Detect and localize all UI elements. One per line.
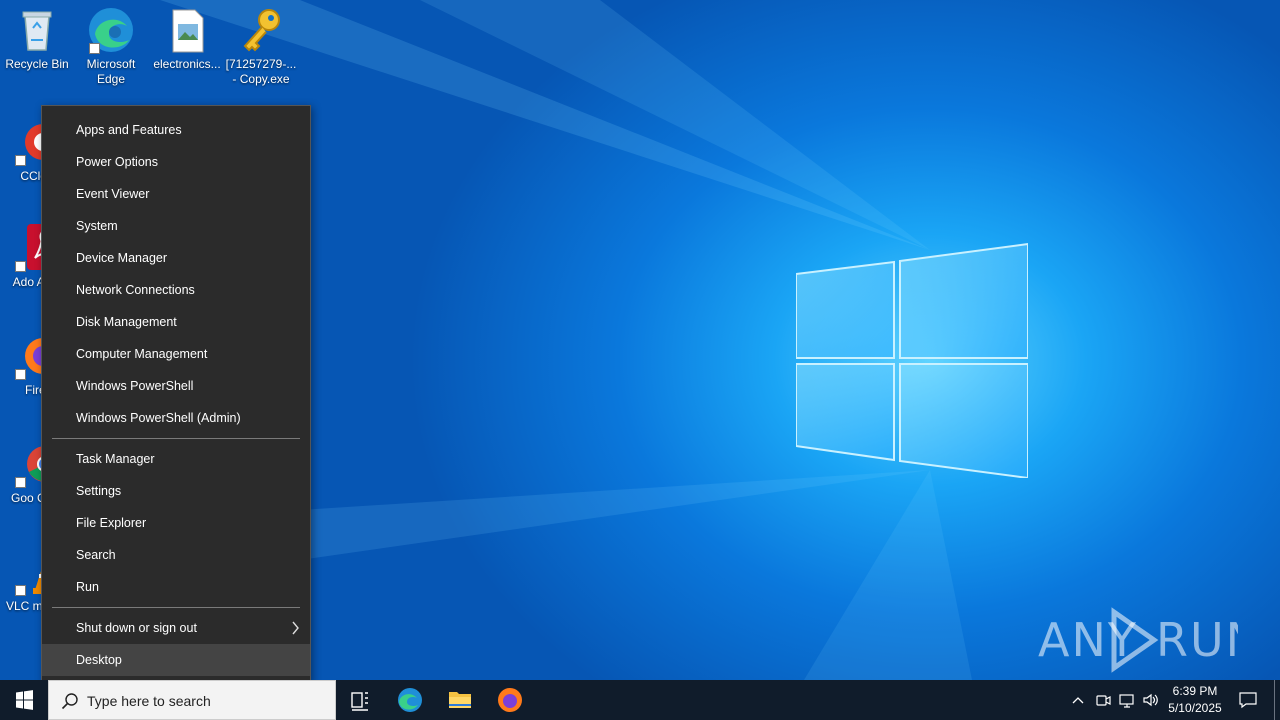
notification-center-icon[interactable] — [1238, 690, 1258, 710]
desktop-icon-label: Microsoft Edge — [86, 57, 136, 86]
taskbar-search-box[interactable] — [48, 680, 336, 720]
menu-item-windows-powershell-admin[interactable]: Windows PowerShell (Admin) — [42, 402, 310, 434]
clock-date: 5/10/2025 — [1168, 701, 1222, 715]
shortcut-arrow-icon — [15, 585, 26, 596]
network-icon[interactable] — [1118, 691, 1136, 709]
menu-item-event-viewer[interactable]: Event Viewer — [42, 178, 310, 210]
menu-item-device-manager[interactable]: Device Manager — [42, 242, 310, 274]
shortcut-arrow-icon — [89, 43, 100, 54]
shortcut-arrow-icon — [15, 261, 26, 272]
menu-item-desktop[interactable]: Desktop — [42, 644, 310, 676]
menu-item-apps-and-features[interactable]: Apps and Features — [42, 114, 310, 146]
menu-item-network-connections[interactable]: Network Connections — [42, 274, 310, 306]
desktop-icon-recycle-bin[interactable]: Recycle Bin — [0, 6, 74, 72]
menu-item-file-explorer[interactable]: File Explorer — [42, 507, 310, 539]
firefox-icon — [498, 688, 522, 712]
clock-time: 6:39 PM — [1172, 684, 1218, 698]
shortcut-arrow-icon — [15, 477, 26, 488]
file-explorer-icon — [449, 692, 471, 708]
start-button[interactable] — [0, 680, 48, 720]
desktop-icon-edge[interactable]: Microsoft Edge — [74, 6, 148, 87]
meet-now-icon[interactable] — [1094, 691, 1112, 709]
chevron-up-icon[interactable] — [1070, 692, 1086, 708]
shortcut-arrow-icon — [15, 369, 26, 380]
shortcut-arrow-icon — [15, 155, 26, 166]
menu-item-power-options[interactable]: Power Options — [42, 146, 310, 178]
task-view-button[interactable] — [336, 680, 384, 720]
volume-icon[interactable] — [1142, 691, 1160, 709]
desktop-icon-label: [71257279-... - Copy.exe — [225, 57, 297, 86]
menu-item-settings[interactable]: Settings — [42, 475, 310, 507]
winx-context-menu: Apps and Features Power Options Event Vi… — [41, 105, 311, 684]
menu-item-run[interactable]: Run — [42, 571, 310, 603]
menu-item-system[interactable]: System — [42, 210, 310, 242]
desktop-icon-label: Recycle Bin — [5, 57, 69, 71]
menu-item-label: Shut down or sign out — [76, 621, 197, 635]
key-icon — [237, 6, 285, 54]
menu-separator — [52, 438, 300, 439]
task-view-icon — [351, 692, 368, 711]
edge-icon — [87, 6, 135, 54]
desktop-icon-label: electronics... — [153, 57, 221, 71]
recycle-bin-icon — [13, 6, 61, 54]
search-input[interactable] — [87, 691, 327, 711]
taskbar-clock[interactable]: 6:39 PM 5/10/2025 — [1163, 683, 1227, 717]
edge-icon — [398, 688, 422, 712]
menu-item-computer-management[interactable]: Computer Management — [42, 338, 310, 370]
anyrun-watermark: ANY RUN — [1038, 606, 1260, 674]
taskbar-edge-button[interactable] — [386, 680, 434, 720]
desktop-icon-copy-exe[interactable]: [71257279-... - Copy.exe — [224, 6, 298, 87]
windows-logo — [796, 242, 1028, 478]
desktop-icon-electronics[interactable]: electronics... — [150, 6, 224, 72]
image-file-icon — [163, 6, 211, 54]
taskbar-firefox-button[interactable] — [486, 680, 534, 720]
menu-item-disk-management[interactable]: Disk Management — [42, 306, 310, 338]
search-icon — [61, 693, 78, 710]
menu-separator — [52, 607, 300, 608]
anyrun-logo-icon: ANY RUN — [1038, 607, 1260, 673]
menu-item-task-manager[interactable]: Task Manager — [42, 443, 310, 475]
svg-text:RUN: RUN — [1156, 613, 1238, 667]
menu-item-search[interactable]: Search — [42, 539, 310, 571]
taskbar: 6:39 PM 5/10/2025 — [0, 680, 1280, 720]
taskbar-file-explorer-button[interactable] — [436, 680, 484, 720]
menu-item-windows-powershell[interactable]: Windows PowerShell — [42, 370, 310, 402]
menu-item-shut-down[interactable]: Shut down or sign out — [42, 612, 310, 644]
chevron-right-icon — [292, 621, 299, 635]
windows-start-icon — [16, 690, 33, 710]
show-desktop-button[interactable] — [1274, 680, 1275, 720]
